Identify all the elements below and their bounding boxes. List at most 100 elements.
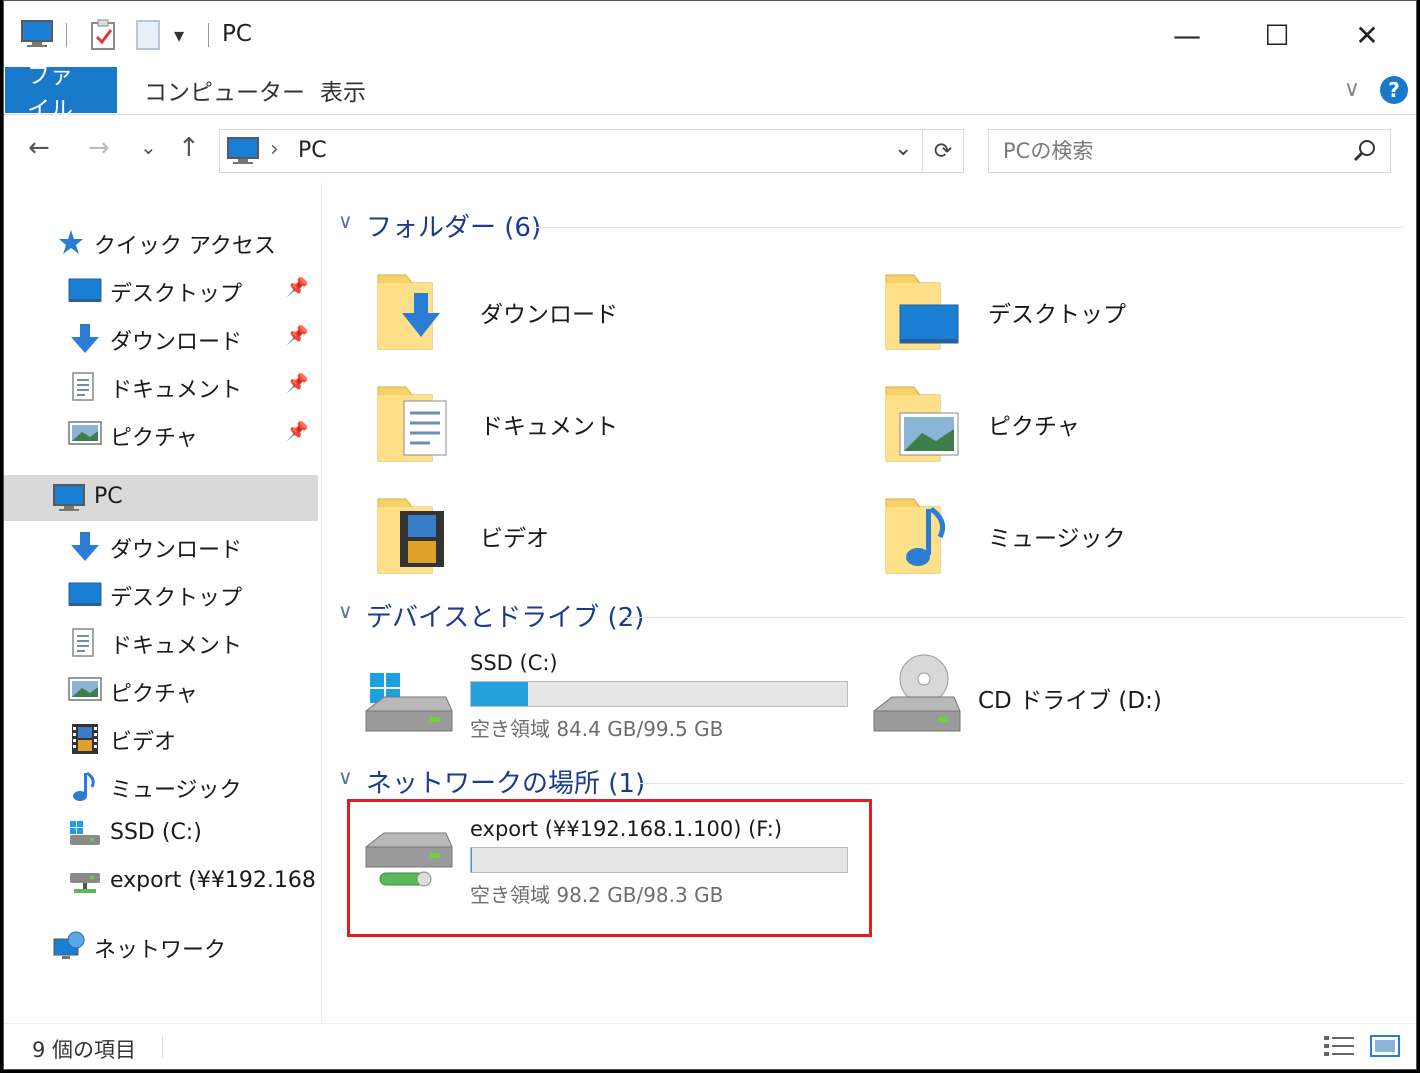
up-button[interactable]: ↑	[178, 133, 200, 163]
new-folder-icon[interactable]	[136, 19, 162, 55]
network-drive-icon	[68, 867, 100, 897]
folder-desktop[interactable]: デスクトップ	[878, 265, 1278, 365]
pin-icon[interactable]: 📌	[286, 277, 308, 298]
sidebar-item-pictures[interactable]: ピクチャ	[4, 667, 318, 713]
music-icon	[70, 771, 102, 801]
sidebar-item-label: ダウンロード	[110, 538, 243, 563]
folder-pictures[interactable]: ピクチャ	[878, 377, 1278, 477]
sidebar-item-export-drive[interactable]: export (¥¥192.168.1.	[4, 859, 318, 905]
close-button[interactable]: ✕	[1322, 9, 1412, 61]
breadcrumb-pc[interactable]: PC	[298, 138, 327, 163]
chevron-down-icon[interactable]: ∨	[1344, 77, 1360, 102]
properties-icon[interactable]	[90, 19, 118, 55]
sidebar-item-downloads[interactable]: ダウンロード 📌	[4, 315, 318, 361]
pin-icon[interactable]: 📌	[286, 373, 308, 394]
sidebar-item-pictures[interactable]: ピクチャ 📌	[4, 411, 318, 457]
video-folder-icon	[370, 489, 466, 585]
document-icon	[70, 627, 102, 657]
sidebar-item-desktop[interactable]: デスクトップ	[4, 571, 318, 617]
back-button[interactable]: ←	[28, 133, 50, 163]
sidebar-item-network[interactable]: ネットワーク	[4, 923, 318, 969]
ribbon: ファイル コンピューター 表示 ∨ ?	[4, 63, 1416, 123]
group-header-network[interactable]: ∨ ネットワークの場所 (1)	[338, 761, 1404, 801]
customize-qat-icon[interactable]: ▾	[174, 23, 184, 47]
folder-label: ドキュメント	[480, 414, 618, 440]
group-title: ネットワークの場所 (1)	[366, 769, 646, 799]
sidebar-item-documents[interactable]: ドキュメント 📌	[4, 363, 318, 409]
group-title: フォルダー (6)	[366, 213, 542, 243]
group-header-devices[interactable]: ∨ デバイスとドライブ (2)	[338, 595, 1404, 635]
folder-downloads[interactable]: ダウンロード	[370, 265, 770, 365]
drive-ssd[interactable]: SSD (C:) 空き領域 84.4 GB/99.5 GB	[360, 651, 860, 751]
chevron-down-icon[interactable]: ∨	[338, 765, 353, 789]
tab-computer[interactable]: コンピューター	[122, 67, 327, 113]
folder-label: ピクチャ	[988, 414, 1080, 440]
title-bar: ▾ PC — ☐ ✕	[4, 1, 1416, 67]
sidebar-item-ssd[interactable]: SSD (C:)	[4, 811, 318, 857]
drive-icon	[68, 819, 100, 849]
sidebar-item-label: ミュージック	[110, 778, 242, 803]
sidebar-item-label: ピクチャ	[110, 682, 198, 707]
tab-view[interactable]: 表示	[298, 67, 388, 113]
sidebar-item-desktop[interactable]: デスクトップ 📌	[4, 267, 318, 313]
sidebar-item-quick-access[interactable]: クイック アクセス	[4, 219, 318, 265]
address-dropdown-button[interactable]: ⌄	[894, 136, 912, 161]
desktop-folder-icon	[878, 265, 974, 361]
drive-cd[interactable]: CD ドライブ (D:)	[868, 651, 1368, 751]
explorer-window: ▾ PC — ☐ ✕ ファイル コンピューター 表示 ∨ ? ← → ⌄ ↑ ›…	[3, 0, 1417, 1070]
pc-icon[interactable]	[20, 19, 54, 53]
window-title: PC	[222, 21, 252, 47]
document-icon	[70, 371, 102, 401]
navigation-bar: ← → ⌄ ↑ › PC ⌄ ⟳	[4, 115, 1416, 183]
sidebar-item-pc[interactable]: PC	[4, 475, 318, 521]
search-box[interactable]	[988, 129, 1391, 173]
pictures-icon	[68, 419, 102, 449]
folder-label: ミュージック	[988, 526, 1126, 552]
search-input[interactable]	[1003, 138, 1333, 164]
maximize-button[interactable]: ☐	[1232, 9, 1322, 61]
sidebar-item-label: SSD (C:)	[110, 820, 202, 845]
refresh-button[interactable]: ⟳	[922, 129, 964, 173]
sidebar-item-label: デスクトップ	[110, 586, 243, 611]
folder-documents[interactable]: ドキュメント	[370, 377, 770, 477]
navigation-pane: クイック アクセス デスクトップ 📌 ダウンロード 📌 ドキュメント 📌 ピクチ…	[4, 183, 322, 1023]
pictures-icon	[68, 675, 102, 705]
tiles-view-icon[interactable]	[1368, 1032, 1402, 1060]
sidebar-item-videos[interactable]: ビデオ	[4, 715, 318, 761]
folder-music[interactable]: ミュージック	[878, 489, 1278, 589]
sidebar-item-downloads[interactable]: ダウンロード	[4, 523, 318, 569]
pin-icon[interactable]: 📌	[286, 325, 308, 346]
sidebar-item-label: ダウンロード	[110, 330, 243, 355]
sidebar-item-documents[interactable]: ドキュメント	[4, 619, 318, 665]
details-view-icon[interactable]	[1322, 1032, 1356, 1060]
tab-file[interactable]: ファイル	[5, 63, 117, 123]
minimize-button[interactable]: —	[1142, 9, 1232, 61]
search-icon[interactable]	[1352, 138, 1378, 168]
address-bar[interactable]: › PC ⌄	[219, 129, 964, 173]
folder-label: デスクトップ	[988, 302, 1126, 328]
recent-locations-button[interactable]: ⌄	[140, 135, 157, 159]
download-icon	[68, 531, 100, 561]
cd-drive-icon	[868, 651, 964, 747]
sidebar-item-label: クイック アクセス	[94, 234, 276, 259]
star-icon	[56, 227, 88, 257]
music-folder-icon	[878, 489, 974, 585]
download-icon	[68, 323, 100, 353]
chevron-down-icon[interactable]: ∨	[338, 209, 353, 233]
forward-button[interactable]: →	[88, 133, 110, 163]
sidebar-item-music[interactable]: ミュージック	[4, 763, 318, 809]
folder-videos[interactable]: ビデオ	[370, 489, 770, 589]
pc-icon	[226, 136, 260, 170]
drive-usage-bar	[470, 681, 848, 707]
status-bar: 9 個の項目	[4, 1023, 1416, 1069]
download-folder-icon	[370, 265, 466, 361]
folder-label: ダウンロード	[480, 302, 618, 328]
chevron-down-icon[interactable]: ∨	[338, 599, 353, 623]
help-button[interactable]: ?	[1380, 76, 1408, 104]
sidebar-item-label: ドキュメント	[110, 634, 243, 659]
pin-icon[interactable]: 📌	[286, 421, 308, 442]
breadcrumb-separator[interactable]: ›	[270, 137, 279, 162]
drive-name: CD ドライブ (D:)	[978, 688, 1162, 714]
highlight-box	[347, 799, 872, 937]
group-header-folders[interactable]: ∨ フォルダー (6)	[338, 205, 1404, 245]
